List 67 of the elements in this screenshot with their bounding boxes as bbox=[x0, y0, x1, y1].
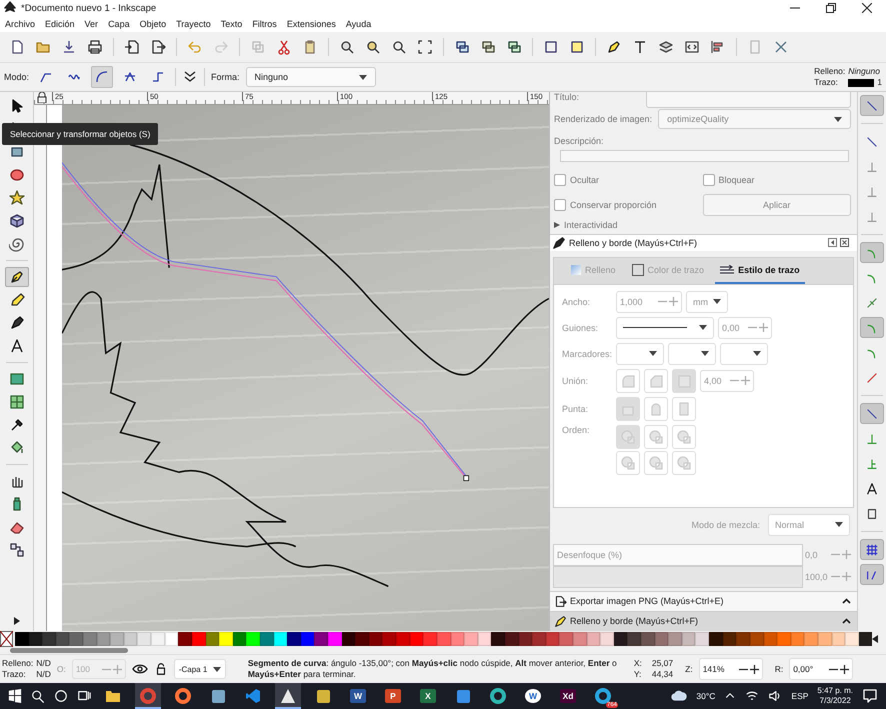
checkbox[interactable]: Ocultar bbox=[554, 170, 702, 190]
taskbar-button[interactable]: P bbox=[380, 683, 406, 709]
temperature: 30°C bbox=[696, 691, 716, 701]
expander[interactable]: Interactividad bbox=[554, 220, 851, 230]
menu-item[interactable]: Extensiones bbox=[286, 19, 336, 29]
y-value: 44,34 bbox=[652, 669, 674, 680]
dashes-label: Guiones: bbox=[562, 322, 600, 333]
shape-dropdown[interactable]: Ninguno bbox=[246, 67, 376, 87]
width-label: Ancho: bbox=[562, 296, 592, 307]
taskbar-button[interactable]: W bbox=[520, 683, 546, 709]
menu-item[interactable]: Filtros bbox=[252, 19, 277, 29]
rotate-field[interactable]: 0,00° bbox=[789, 658, 854, 680]
stroke-label: Trazo: bbox=[814, 77, 839, 88]
layer-dropdown[interactable]: -Capa 1 bbox=[174, 659, 226, 679]
menu-item[interactable]: Ver bbox=[84, 19, 98, 29]
menu-item[interactable]: Objeto bbox=[140, 19, 166, 29]
collapsed-panel[interactable]: Relleno y borde (Mayús+Ctrl+F) bbox=[550, 610, 857, 632]
app-letter-icon: Xd bbox=[560, 689, 576, 703]
language[interactable]: ESP bbox=[791, 691, 808, 701]
mode-label: Modo: bbox=[4, 72, 30, 82]
zoom-label: Z: bbox=[685, 664, 693, 674]
blend-label: Modo de mezcla: bbox=[691, 520, 760, 530]
app-letter-icon: W bbox=[525, 689, 541, 703]
opacity-value: 100,0 bbox=[805, 572, 829, 582]
shape-label: Forma: bbox=[211, 72, 240, 82]
stroke-label: Trazo: bbox=[2, 669, 27, 680]
menu-item[interactable]: Texto bbox=[220, 19, 242, 29]
x-label: X: bbox=[634, 658, 642, 669]
fill-value: N/D bbox=[36, 658, 51, 669]
rotate-label: R: bbox=[774, 664, 784, 674]
rendering-label: Renderizado de imagen: bbox=[554, 114, 652, 124]
collapsed-panel[interactable]: Exportar imagen PNG (Mayús+Ctrl+E) bbox=[550, 590, 857, 611]
taskbar-button[interactable]: Xd bbox=[555, 683, 581, 709]
cap-label: Punta: bbox=[562, 404, 590, 414]
app-letter-icon: P bbox=[385, 689, 401, 703]
description-label: Descripción: bbox=[554, 136, 605, 148]
clock-time[interactable]: 5:47 p. m. bbox=[817, 686, 853, 696]
markers-label: Marcadores: bbox=[562, 348, 612, 359]
menu-item[interactable]: Capa bbox=[108, 19, 130, 29]
menu-item[interactable]: Trayecto bbox=[176, 19, 211, 29]
taskbar-button[interactable]: W bbox=[345, 683, 371, 709]
status-message: Segmento de curva: ángulo -135,00°; con Mayús+clic nodo cúspide, Alt mover anterior, Enter o Mayús+Enter para terminar. bbox=[248, 658, 618, 680]
y-label: Y: bbox=[634, 669, 642, 680]
checkbox[interactable]: Conservar proporción bbox=[554, 195, 702, 215]
taskbar-button[interactable]: X bbox=[415, 683, 441, 709]
join-label: Unión: bbox=[562, 376, 590, 386]
tooltip: Seleccionar y transformar objetos (S) bbox=[2, 123, 158, 145]
panel-title: Relleno y borde (Mayús+Ctrl+F) bbox=[569, 238, 698, 248]
fill-value: Ninguno bbox=[848, 66, 881, 77]
title-label: Título: bbox=[554, 92, 580, 102]
x-value: 25,07 bbox=[652, 658, 674, 669]
app-letter-icon: X bbox=[420, 689, 436, 703]
stroke-width: 1 bbox=[877, 77, 882, 88]
opacity-label: O: bbox=[56, 664, 66, 674]
blur-value: 0,0 bbox=[805, 550, 819, 560]
menu-item[interactable]: Edición bbox=[45, 19, 75, 29]
fill-label: Relleno: bbox=[2, 658, 34, 669]
menu-item[interactable]: Archivo bbox=[5, 19, 36, 29]
clock-date[interactable]: 7/3/2022 bbox=[820, 696, 851, 706]
menu-item[interactable]: Ayuda bbox=[346, 19, 372, 29]
fill-label: Relleno: bbox=[814, 66, 846, 77]
stroke-value: N/D bbox=[36, 669, 51, 680]
order-label: Orden: bbox=[562, 424, 591, 435]
window-title: *Documento nuevo 1 - Inkscape bbox=[21, 2, 156, 14]
zoom-field[interactable]: 141% bbox=[698, 658, 763, 680]
app-letter-icon: W bbox=[350, 689, 366, 703]
checkbox[interactable]: Bloquear bbox=[702, 170, 851, 190]
